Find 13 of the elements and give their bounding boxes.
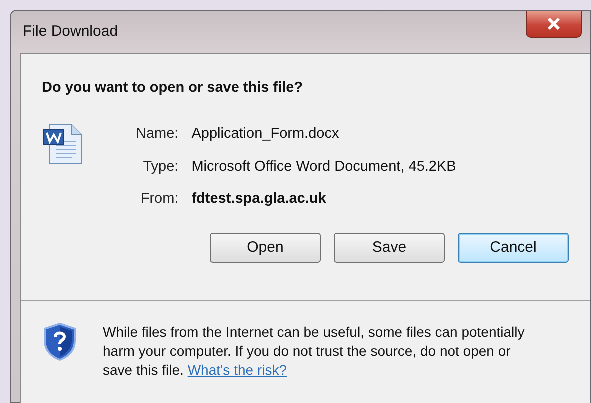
dialog-button[interactable]: Open <box>210 233 321 263</box>
dialog-button[interactable]: Cancel <box>458 233 569 263</box>
dialog-button[interactable]: Save <box>334 233 445 263</box>
field-value: fdtest.spa.gla.ac.uk <box>192 190 328 210</box>
warning-text: While files from the Internet can be useful, some files can potentially harm your computer. If you do not trust the source, do not open or save this file. What's the risk? <box>103 323 526 380</box>
question-text: Do you want to open or save this file? <box>41 79 304 98</box>
risk-link[interactable]: What's the risk? <box>188 362 287 378</box>
field-label: Type: <box>142 158 179 176</box>
window-title: File Download <box>23 22 118 42</box>
field-value: Application_Form.docx <box>192 124 340 144</box>
field-value: Microsoft Office Word Document, 45.2KB <box>192 158 456 176</box>
field-label: Name: <box>136 124 179 144</box>
field-label: From: <box>140 190 179 210</box>
